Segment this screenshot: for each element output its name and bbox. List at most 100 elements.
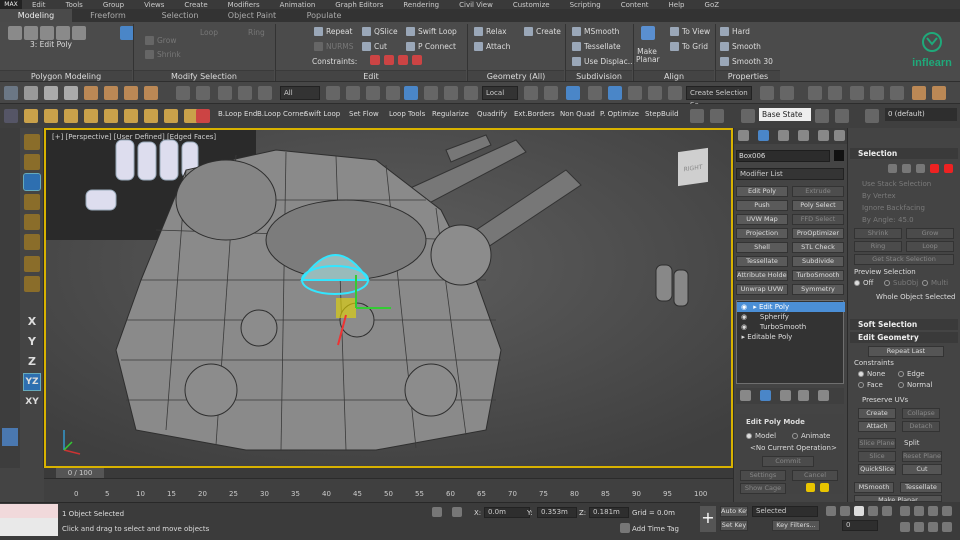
p-optimize-button[interactable]: P. Optimize: [600, 110, 639, 118]
detach-button[interactable]: Detach: [902, 421, 940, 432]
quickslice-button[interactable]: QuickSlice: [858, 464, 896, 475]
app-logo[interactable]: MAX: [0, 0, 22, 9]
edit-geometry-header[interactable]: Edit Geometry: [850, 332, 958, 343]
constraint-face-radio[interactable]: Face: [858, 381, 883, 389]
cancel-button[interactable]: Cancel: [792, 470, 838, 481]
add-time-tag-button[interactable]: Add Time Tag: [632, 525, 679, 533]
time-slider[interactable]: 0 / 100: [44, 468, 733, 478]
axis-yz-button[interactable]: YZ: [23, 373, 41, 391]
menu-group[interactable]: Group: [93, 1, 134, 9]
undo-icon[interactable]: [176, 86, 190, 100]
constraint-edge-icon[interactable]: [384, 55, 394, 65]
script-icon[interactable]: [690, 109, 704, 123]
get-stack-selection-button[interactable]: Get Stack Selection: [854, 254, 954, 265]
auto-key-button[interactable]: Auto Key: [720, 506, 748, 517]
axis-xy-button[interactable]: XY: [24, 394, 40, 410]
quadrify-button[interactable]: Quadrify: [477, 110, 507, 118]
regularize-button[interactable]: Regularize: [432, 110, 469, 118]
constraint-none-radio[interactable]: None: [858, 370, 885, 378]
settings-button[interactable]: Settings: [740, 470, 786, 481]
ignore-backfacing-checkbox[interactable]: Ignore Backfacing: [862, 204, 925, 212]
angle-snap-icon[interactable]: [608, 86, 622, 100]
vertex-mode-icon[interactable]: [888, 164, 897, 173]
menu-edit[interactable]: Edit: [22, 1, 56, 9]
menu-graph-editors[interactable]: Graph Editors: [325, 1, 393, 9]
percent-snap-icon[interactable]: [628, 86, 642, 100]
menu-civil-view[interactable]: Civil View: [449, 1, 503, 9]
menu-content[interactable]: Content: [611, 1, 659, 9]
window-crossing-icon[interactable]: [386, 86, 400, 100]
animate-radio[interactable]: Animate: [792, 432, 830, 440]
place-icon[interactable]: [464, 86, 478, 100]
border-mode-icon[interactable]: [916, 164, 925, 173]
edit-named-selection-icon[interactable]: [668, 86, 682, 100]
track-bar[interactable]: 0 5 10 15 20 25 30 35 40 45 50 55 60 65 70 75 80 85 90 95 10…: [44, 478, 733, 502]
lock-icon[interactable]: [432, 507, 442, 517]
zoom-extents-icon[interactable]: [928, 506, 938, 516]
element-icon[interactable]: [72, 26, 86, 40]
state-icon[interactable]: [741, 109, 755, 123]
teapot-icon[interactable]: [84, 86, 98, 100]
key-filters-button[interactable]: Key Filters...: [772, 520, 820, 531]
pan-icon[interactable]: [914, 522, 924, 532]
modifier-list-dropdown[interactable]: Modifier List: [736, 168, 844, 180]
go-to-end-icon[interactable]: [882, 506, 892, 516]
stack-item-edit-poly[interactable]: ◉ ▸ Edit Poly: [737, 302, 845, 312]
mirror-tool-icon[interactable]: [24, 276, 40, 292]
eye-icon[interactable]: ◉: [737, 312, 751, 322]
object-name-field[interactable]: Box006: [736, 150, 830, 162]
time-slider-knob[interactable]: 0 / 100: [56, 468, 104, 478]
stack-item-spherify[interactable]: ◉ Spherify: [737, 312, 845, 322]
configure-sets-icon[interactable]: [818, 390, 829, 401]
create-button[interactable]: Create: [524, 27, 561, 36]
cut-geo-button[interactable]: Cut: [902, 464, 942, 475]
mod-attribute-holder-button[interactable]: Attribute Holder: [736, 270, 788, 281]
edge-mode-icon[interactable]: [902, 164, 911, 173]
rendered-frame-icon[interactable]: [932, 86, 946, 100]
attach-button[interactable]: Attach: [474, 42, 510, 51]
schematic-view-icon[interactable]: [870, 86, 884, 100]
to-grid-button[interactable]: To Grid: [670, 42, 708, 51]
create-tab-icon[interactable]: [738, 130, 749, 141]
pin-stack-icon-2[interactable]: [740, 390, 751, 401]
reference-coord-dropdown[interactable]: Local: [482, 86, 518, 100]
region-select-icon[interactable]: [366, 86, 380, 100]
select-tool-icon[interactable]: [24, 134, 40, 150]
select-manipulate-icon[interactable]: [544, 86, 558, 100]
model-radio[interactable]: Model: [746, 432, 776, 440]
show-end-result-icon[interactable]: [760, 390, 771, 401]
mod-unwrap-uvw-button[interactable]: Unwrap UVW: [736, 284, 788, 295]
state-set-dropdown[interactable]: Base State: [759, 108, 811, 121]
repeat-last-button[interactable]: Repeat Last: [868, 346, 944, 357]
selection-filter-dropdown[interactable]: All: [280, 86, 320, 100]
render-icon[interactable]: [104, 86, 118, 100]
menu-customize[interactable]: Customize: [503, 1, 560, 9]
render-frame-icon[interactable]: [124, 86, 138, 100]
maxscript-mini-listener[interactable]: [0, 518, 58, 536]
orbit-icon[interactable]: [928, 522, 938, 532]
msmooth-geo-button[interactable]: MSmooth: [854, 482, 894, 493]
mod-poly-select-button[interactable]: Poly Select: [792, 200, 844, 211]
keyboard-shortcut-icon[interactable]: [566, 86, 580, 100]
tool-4-icon[interactable]: [64, 109, 78, 123]
relax-button[interactable]: Relax: [474, 27, 507, 36]
create-geo-button[interactable]: Create: [858, 408, 896, 419]
axis-x-button[interactable]: X: [24, 314, 40, 330]
preserve-uvs-checkbox[interactable]: Preserve UVs: [862, 396, 908, 404]
swift-loop-tool-button[interactable]: Swift Loop: [304, 110, 340, 118]
set-flow-button[interactable]: Set Flow: [349, 110, 379, 118]
non-quad-button[interactable]: Non Quad: [560, 110, 595, 118]
snaps-toggle-icon[interactable]: [588, 86, 602, 100]
viewcube[interactable]: RIGHT: [678, 147, 708, 187]
tool-11-icon[interactable]: [196, 109, 210, 123]
stack-item-editable-poly[interactable]: ▸ Editable Poly: [737, 332, 845, 342]
p-connect-button[interactable]: P Connect: [406, 42, 456, 51]
mod-extrude-button[interactable]: Extrude: [792, 186, 844, 197]
redo-icon[interactable]: [196, 86, 210, 100]
mirror-icon[interactable]: [760, 86, 774, 100]
show-cage-button[interactable]: Show Cage: [740, 483, 786, 494]
reset-plane-button[interactable]: Reset Plane: [902, 451, 942, 462]
tessellate-button[interactable]: Tessellate: [572, 42, 621, 51]
menu-scripting[interactable]: Scripting: [560, 1, 611, 9]
b-loop-end-button[interactable]: B.Loop End: [218, 110, 257, 118]
